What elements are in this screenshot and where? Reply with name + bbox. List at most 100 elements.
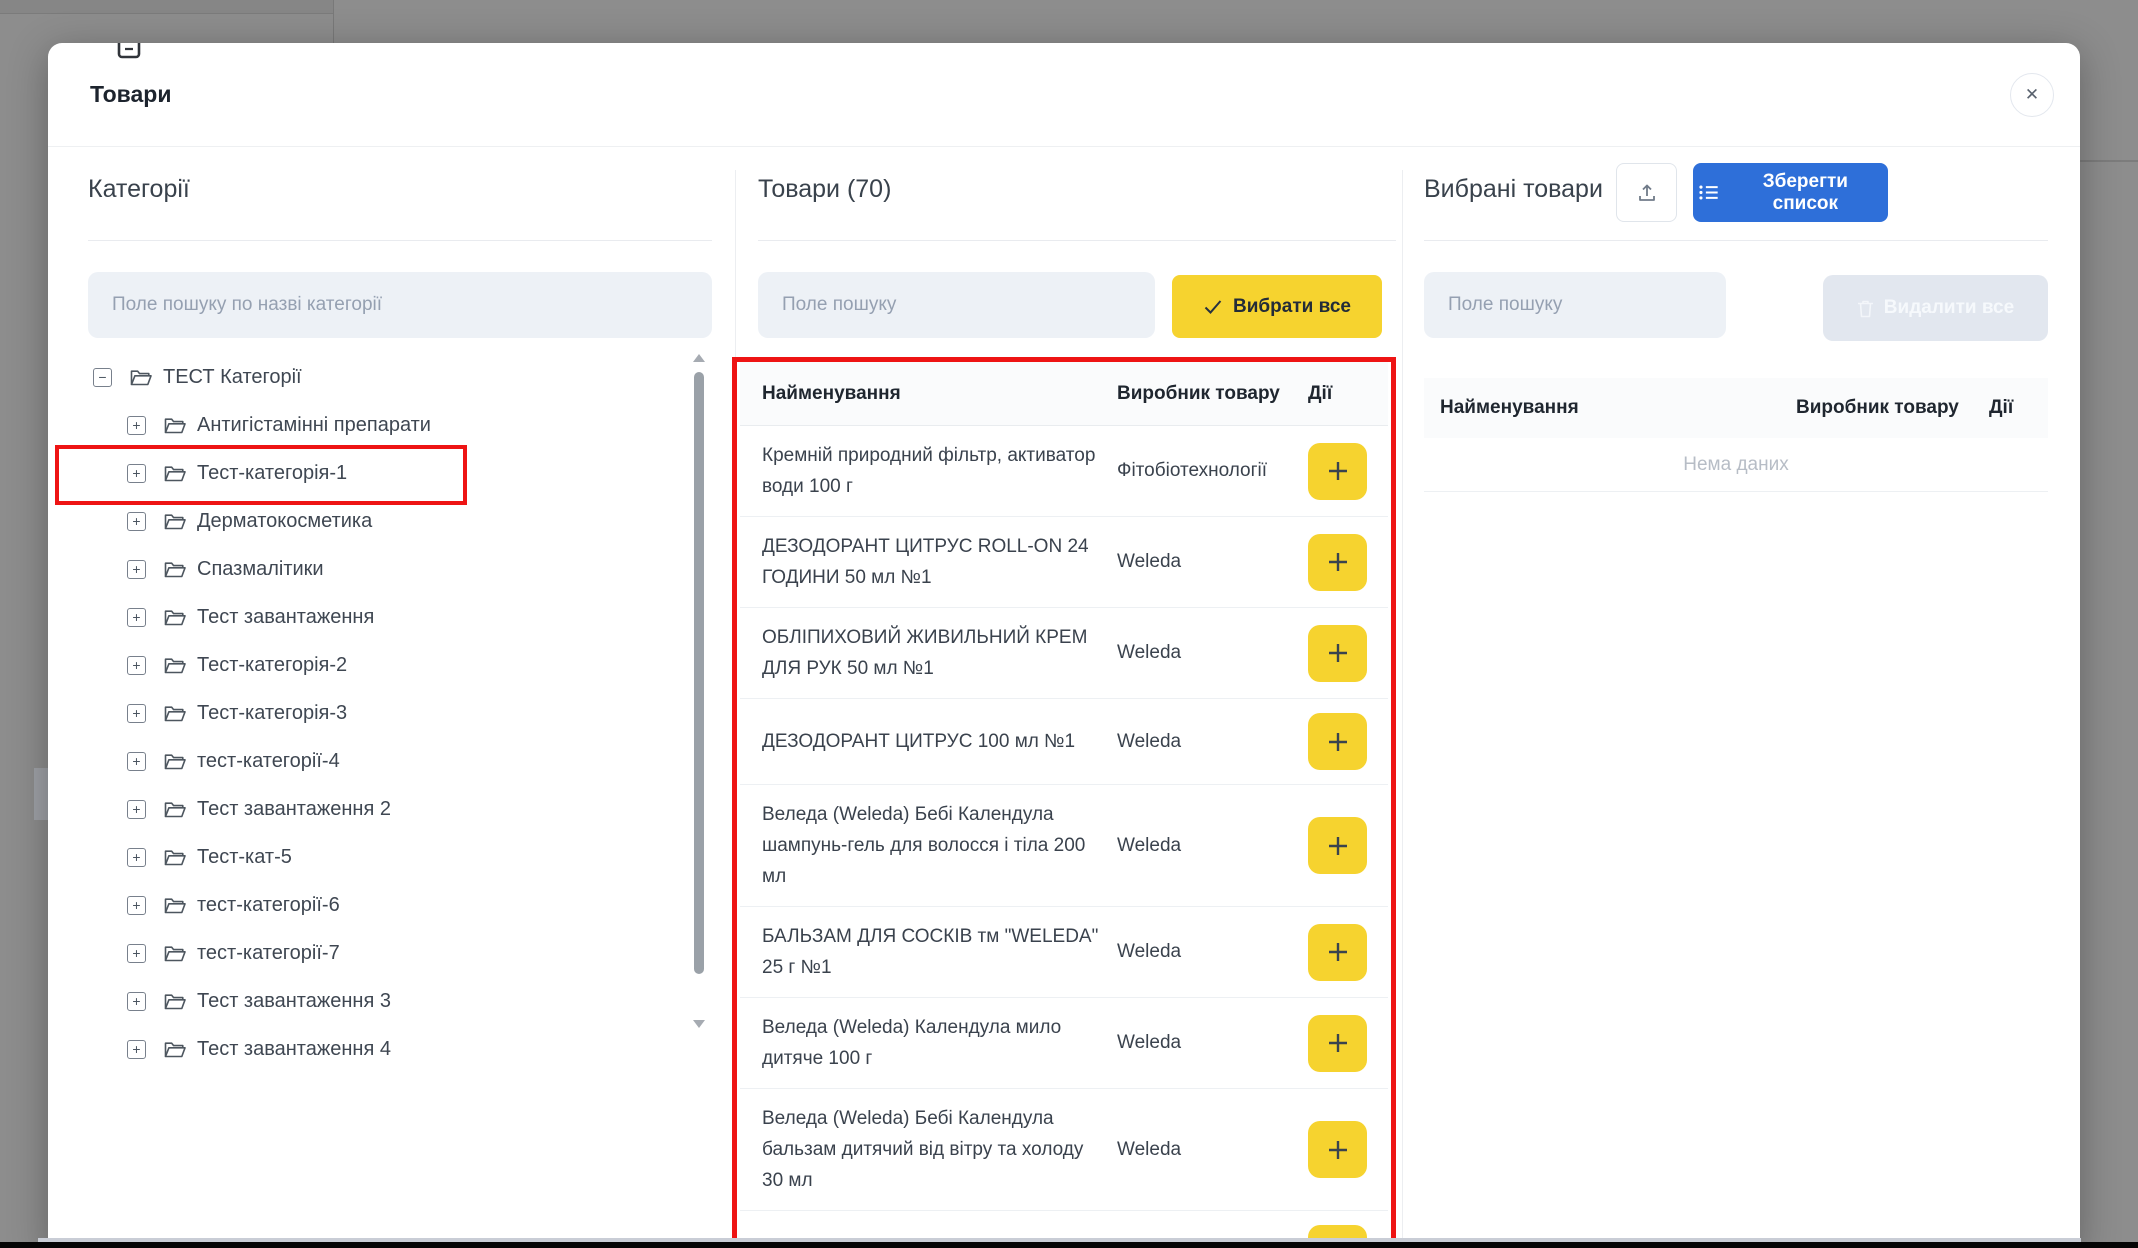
product-row: ДЕЗОДОРАНТ ЦИТРУС ROLL-ON 24 ГОДИНИ 50 м… xyxy=(740,517,1388,608)
folder-open-icon xyxy=(164,993,186,1010)
scrollbar-thumb[interactable] xyxy=(694,372,704,974)
folder-open-icon xyxy=(164,945,186,962)
product-name: ДЕЗОДОРАНТ ЦИТРУС 100 мл №1 xyxy=(762,726,1117,757)
product-name: Веледа (Weleda) Календула мило дитяче 10… xyxy=(762,1012,1117,1074)
scroll-down-icon[interactable] xyxy=(693,1020,705,1028)
tree-item[interactable]: + Тест завантаження xyxy=(88,593,688,641)
folder-open-icon xyxy=(164,849,186,866)
column-header-manufacturer: Виробник товару xyxy=(1117,383,1308,405)
plus-icon xyxy=(1324,457,1352,485)
selected-search-input[interactable] xyxy=(1424,272,1726,338)
plus-icon xyxy=(1324,1136,1352,1164)
add-product-button[interactable] xyxy=(1308,1015,1367,1072)
category-tree: − ТЕСТ Категорії + Антигістамінні препар… xyxy=(88,353,688,1073)
select-all-button[interactable]: Вибрати все xyxy=(1172,275,1382,338)
column-divider xyxy=(735,170,736,1248)
tree-item-label: Тест завантаження 3 xyxy=(197,990,391,1013)
tree-item-label: Тест-категорія-1 xyxy=(197,462,347,485)
product-row: БАЛЬЗАМ ДЛЯ СОСКІВ тм "WELEDA" 25 г №1 W… xyxy=(740,907,1388,998)
add-product-button[interactable] xyxy=(1308,817,1367,874)
product-name: ДЕЗОДОРАНТ ЦИТРУС ROLL-ON 24 ГОДИНИ 50 м… xyxy=(762,531,1117,593)
save-list-button[interactable]: Зберегти список xyxy=(1693,163,1888,222)
products-table: Найменування Виробник товару Дії Кремній… xyxy=(740,362,1388,1248)
plus-icon xyxy=(1324,639,1352,667)
plus-icon xyxy=(1324,832,1352,860)
heading-divider xyxy=(1424,240,2048,241)
tree-item[interactable]: + тест-категорії-6 xyxy=(88,881,688,929)
tree-item[interactable]: + Тест-категорія-2 xyxy=(88,641,688,689)
product-row: ДЕЗОДОРАНТ ЦИТРУС 100 мл №1 Weleda xyxy=(740,699,1388,785)
tree-item[interactable]: + Спазмалітики xyxy=(88,545,688,593)
product-row: ОБЛІПИХОВИЙ ЖИВИЛЬНИЙ КРЕМ ДЛЯ РУК 50 мл… xyxy=(740,608,1388,699)
select-all-label: Вибрати все xyxy=(1233,296,1351,318)
delete-all-button[interactable]: Видалити все xyxy=(1823,275,2048,341)
expand-icon[interactable]: + xyxy=(127,512,146,531)
product-name: ОБЛІПИХОВИЙ ЖИВИЛЬНИЙ КРЕМ ДЛЯ РУК 50 мл… xyxy=(762,622,1117,684)
tree-item[interactable]: + Антигістамінні препарати xyxy=(88,401,688,449)
tree-item-label: Тест завантаження 2 xyxy=(197,798,391,821)
expand-icon[interactable]: + xyxy=(127,704,146,723)
tree-item[interactable]: + тест-категорії-4 xyxy=(88,737,688,785)
expand-icon[interactable]: + xyxy=(127,992,146,1011)
close-button[interactable]: ✕ xyxy=(2010,73,2054,117)
add-product-button[interactable] xyxy=(1308,924,1367,981)
folder-open-icon xyxy=(164,609,186,626)
products-modal: Товари ✕ Категорії − ТЕСТ Категорії + xyxy=(48,43,2080,1248)
products-table-header: Найменування Виробник товару Дії xyxy=(740,362,1388,426)
tree-item[interactable]: + Тест завантаження 2 xyxy=(88,785,688,833)
plus-icon xyxy=(1324,548,1352,576)
column-header-name: Найменування xyxy=(762,383,1117,405)
tree-scrollbar[interactable] xyxy=(692,352,706,1052)
tree-item[interactable]: + Дерматокосметика xyxy=(88,497,688,545)
expand-icon[interactable]: + xyxy=(127,464,146,483)
expand-icon[interactable]: + xyxy=(127,800,146,819)
tree-item-label: Тест завантаження xyxy=(197,606,374,629)
product-manufacturer: Фітобіотехнології xyxy=(1117,460,1308,482)
tree-item[interactable]: + Тест-категорія-3 xyxy=(88,689,688,737)
expand-icon[interactable]: + xyxy=(127,656,146,675)
delete-all-label: Видалити все xyxy=(1884,297,2014,319)
add-product-button[interactable] xyxy=(1308,443,1367,500)
expand-icon[interactable]: + xyxy=(127,752,146,771)
folder-open-icon xyxy=(164,897,186,914)
save-list-label: Зберегти список xyxy=(1729,171,1882,215)
empty-state-text: Нема даних xyxy=(1424,438,2048,492)
product-row: Кремній природний фільтр, активатор води… xyxy=(740,426,1388,517)
collapse-icon[interactable]: − xyxy=(93,368,112,387)
expand-icon[interactable]: + xyxy=(127,848,146,867)
expand-icon[interactable]: + xyxy=(127,896,146,915)
column-header-actions: Дії xyxy=(1989,397,2048,419)
expand-icon[interactable]: + xyxy=(127,416,146,435)
tree-item[interactable]: + Тест-кат-5 xyxy=(88,833,688,881)
tree-item[interactable]: + Тест завантаження 4 xyxy=(88,1025,688,1073)
tree-item-label: Тест завантаження 4 xyxy=(197,1038,391,1061)
selected-table-header: Найменування Виробник товару Дії xyxy=(1424,378,2048,438)
product-search-input[interactable] xyxy=(758,272,1155,338)
add-product-button[interactable] xyxy=(1308,1121,1367,1178)
expand-icon[interactable]: + xyxy=(127,608,146,627)
tree-item-label: Тест-категорія-3 xyxy=(197,702,347,725)
modal-title: Товари xyxy=(90,81,171,108)
product-row: Веледа (Weleda) Календула мило дитяче 10… xyxy=(740,998,1388,1089)
expand-icon[interactable]: + xyxy=(127,1040,146,1059)
folder-open-icon xyxy=(164,753,186,770)
scroll-up-icon[interactable] xyxy=(693,354,705,362)
expand-icon[interactable]: + xyxy=(127,944,146,963)
add-product-button[interactable] xyxy=(1308,625,1367,682)
tree-item[interactable]: + тест-категорії-7 xyxy=(88,929,688,977)
tree-item[interactable]: + Тест-категорія-1 xyxy=(88,449,688,497)
heading-divider xyxy=(88,240,712,241)
expand-icon[interactable]: + xyxy=(127,560,146,579)
tree-item-root[interactable]: − ТЕСТ Категорії xyxy=(88,353,688,401)
add-product-button[interactable] xyxy=(1308,713,1367,770)
add-product-button[interactable] xyxy=(1308,534,1367,591)
tree-item-label: ТЕСТ Категорії xyxy=(163,366,302,389)
upload-button[interactable] xyxy=(1616,163,1677,222)
product-manufacturer: Weleda xyxy=(1117,1032,1308,1054)
bg-app-content-edge xyxy=(2080,160,2138,162)
column-divider xyxy=(1402,170,1403,1248)
upload-icon xyxy=(1636,182,1658,204)
tree-item-label: Дерматокосметика xyxy=(197,510,372,533)
tree-item[interactable]: + Тест завантаження 3 xyxy=(88,977,688,1025)
category-search-input[interactable] xyxy=(88,272,712,338)
